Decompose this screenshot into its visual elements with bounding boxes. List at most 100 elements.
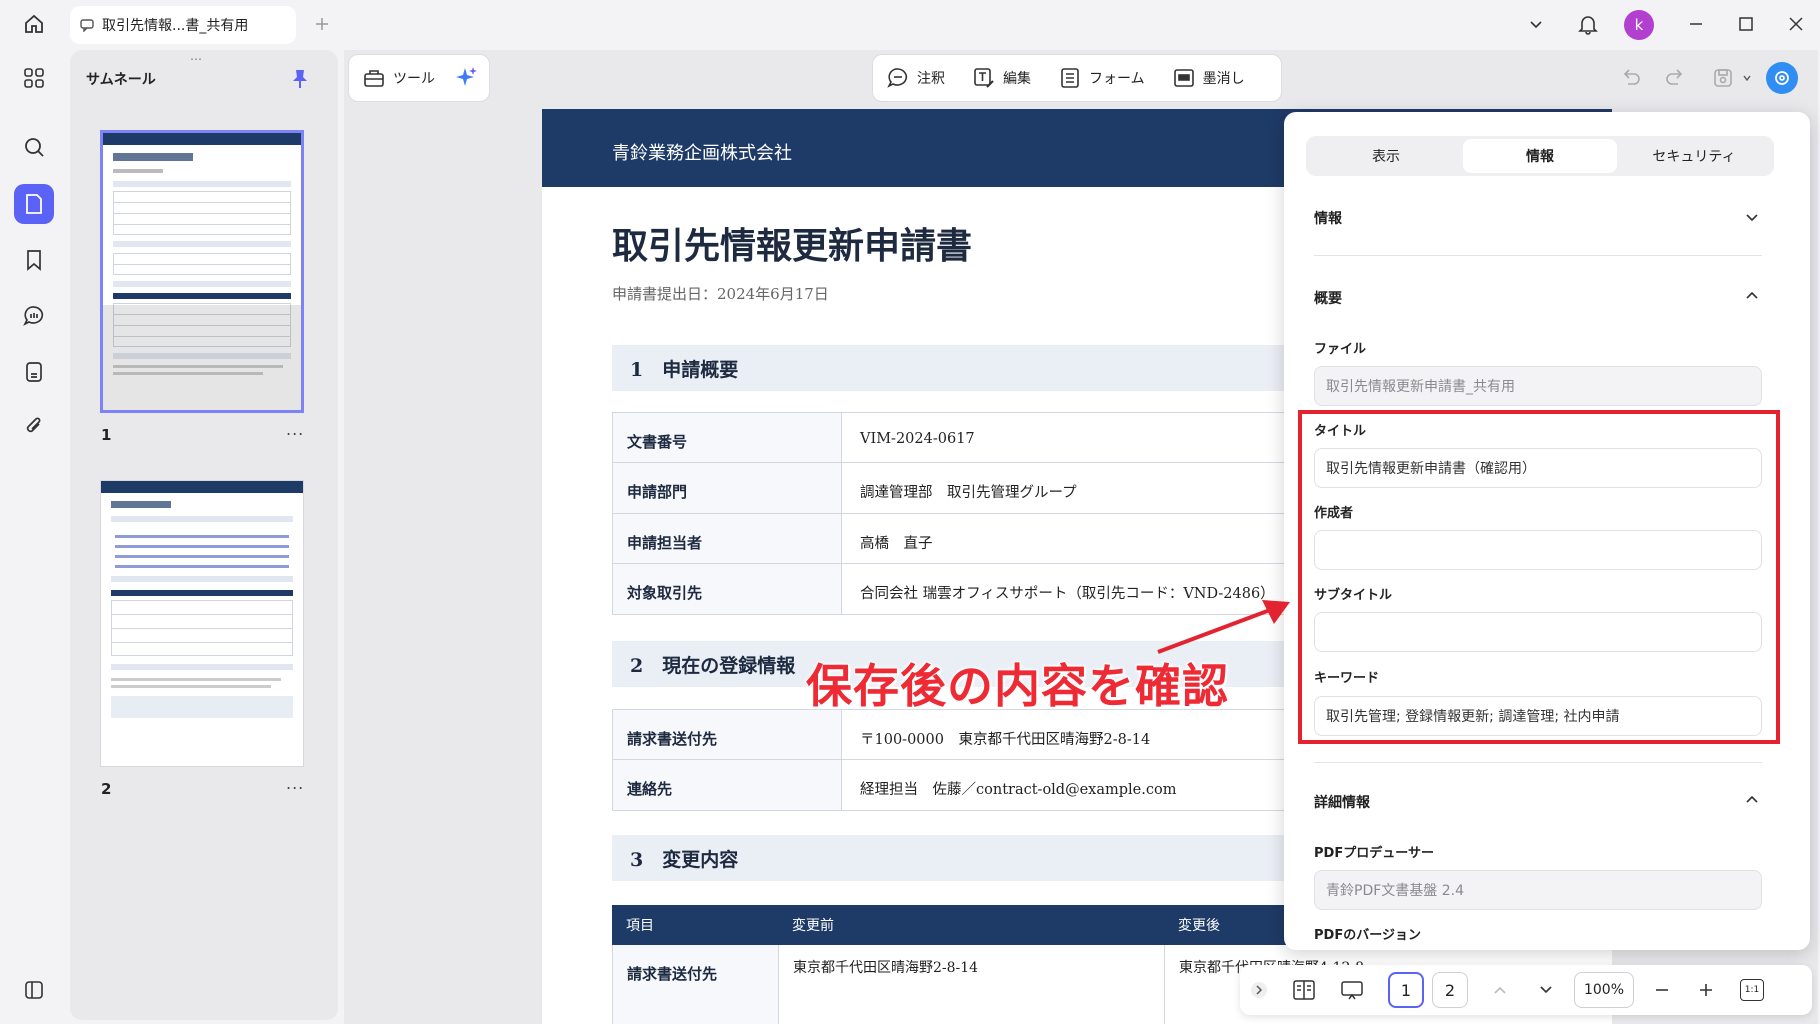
- zoom-in-icon[interactable]: [1686, 972, 1726, 1008]
- row-key: 申請部門: [612, 463, 842, 513]
- cloud-sync-icon[interactable]: [1766, 62, 1798, 94]
- redact-icon: [1173, 69, 1194, 87]
- page-thumbnail-2[interactable]: [100, 480, 304, 767]
- row-key: 連絡先: [612, 760, 842, 810]
- file-field: 取引先情報更新申請書_共有用: [1314, 366, 1762, 406]
- title-bar: 取引先情報...書_共有用 k: [0, 0, 1820, 50]
- document-tab[interactable]: 取引先情報...書_共有用: [70, 6, 296, 44]
- previous-page-icon[interactable]: [1480, 972, 1520, 1008]
- thumbnail-page-number: 1: [101, 426, 112, 444]
- submission-date: 申請書提出日：2024年6月17日: [612, 285, 829, 303]
- row-key: 申請担当者: [612, 514, 842, 563]
- bell-icon[interactable]: [1572, 8, 1604, 40]
- tools-label: ツール: [393, 71, 435, 87]
- attachment-icon[interactable]: [14, 406, 54, 446]
- close-icon[interactable]: [1780, 8, 1812, 40]
- file-value: 取引先情報更新申請書_共有用: [1326, 379, 1515, 395]
- thumbnail-panel-title: サムネール: [86, 72, 156, 88]
- callout-text: 保存後の内容を確認: [805, 658, 1229, 714]
- left-rail: [0, 50, 68, 1024]
- thumbnail-panel: ⋯ サムネール 1 ... 2 ...: [70, 50, 338, 1020]
- collapse-bar-icon[interactable]: [1248, 972, 1270, 1008]
- edit-button[interactable]: 編集: [959, 55, 1045, 101]
- actual-size-label: 1:1: [1740, 979, 1764, 1001]
- row-key: 請求書送付先: [612, 710, 842, 759]
- toolbox-icon: [364, 70, 384, 87]
- pdf-version-label: PDFのバージョン: [1314, 928, 1421, 943]
- sidebar-toggle-icon[interactable]: [14, 970, 54, 1010]
- row-key: 文書番号: [612, 413, 842, 462]
- ai-sparkle-icon[interactable]: [449, 65, 479, 91]
- history-toolbar: [1606, 54, 1812, 102]
- annotate-button[interactable]: 注釈: [873, 55, 959, 101]
- apps-grid-icon[interactable]: [14, 58, 54, 98]
- comment-icon: [80, 19, 94, 32]
- zoom-level[interactable]: 100%: [1574, 972, 1634, 1008]
- document-title: 取引先情報更新申請書: [612, 225, 973, 267]
- row-before: 東京都千代田区晴海野2-8-14: [779, 945, 1165, 1024]
- bottom-navigation-bar: 1 2 100% 1:1: [1240, 965, 1812, 1015]
- producer-label: PDFプロデューサー: [1314, 846, 1434, 861]
- next-page-icon[interactable]: [1526, 972, 1566, 1008]
- column-header: 項目: [626, 918, 654, 934]
- tools-group: ツール: [348, 54, 490, 102]
- company-name: 青鈴業務企画株式会社: [612, 143, 792, 164]
- row-key: 請求書送付先: [613, 945, 779, 1024]
- save-options-chevron-icon[interactable]: [1742, 73, 1752, 83]
- tab-security[interactable]: セキュリティ: [1617, 139, 1771, 173]
- avatar[interactable]: k: [1624, 10, 1654, 40]
- row-key: 対象取引先: [612, 564, 842, 614]
- edit-text-icon: [974, 68, 994, 88]
- tab-title: 取引先情報...書_共有用: [102, 18, 249, 34]
- section-divider: [1314, 762, 1762, 763]
- form-icon: [1061, 68, 1079, 88]
- undo-icon[interactable]: [1620, 68, 1642, 88]
- tools-button[interactable]: ツール: [349, 55, 449, 101]
- redact-label: 墨消し: [1202, 71, 1245, 87]
- chevron-down-icon[interactable]: [1520, 8, 1552, 40]
- summary-section-title: 概要: [1314, 291, 1342, 307]
- form-button[interactable]: フォーム: [1045, 55, 1159, 101]
- redo-icon[interactable]: [1664, 68, 1686, 88]
- form-label: フォーム: [1089, 71, 1145, 87]
- details-section-title: 詳細情報: [1314, 795, 1370, 811]
- producer-value: 青鈴PDF文書基盤 2.4: [1326, 883, 1464, 899]
- pages-icon[interactable]: [14, 352, 54, 392]
- chevron-down-icon[interactable]: [1744, 210, 1760, 226]
- maximize-icon[interactable]: [1730, 8, 1762, 40]
- tab-display[interactable]: 表示: [1309, 139, 1463, 173]
- producer-field: 青鈴PDF文書基盤 2.4: [1314, 870, 1762, 910]
- new-tab-icon[interactable]: [306, 8, 338, 40]
- info-section-title: 情報: [1314, 211, 1342, 227]
- presentation-icon[interactable]: [1330, 972, 1374, 1008]
- actual-size-button[interactable]: 1:1: [1734, 972, 1770, 1008]
- page-layout-icon[interactable]: [1282, 972, 1326, 1008]
- bookmark-icon[interactable]: [14, 240, 54, 280]
- chevron-up-icon[interactable]: [1744, 287, 1760, 303]
- column-header: 変更前: [792, 918, 834, 934]
- highlight-box: [1298, 410, 1780, 744]
- section-divider: [1314, 255, 1762, 256]
- redact-button[interactable]: 墨消し: [1159, 55, 1259, 101]
- tab-info[interactable]: 情報: [1463, 139, 1617, 173]
- page-button-2[interactable]: 2: [1432, 972, 1468, 1008]
- comments-icon[interactable]: [14, 296, 54, 336]
- page-button-1[interactable]: 1: [1388, 972, 1424, 1008]
- pin-icon[interactable]: [290, 68, 310, 90]
- panel-grip[interactable]: ⋯: [190, 52, 204, 66]
- save-icon[interactable]: [1712, 67, 1734, 89]
- edit-mode-toolbar: 注釈 編集 フォーム 墨消し: [872, 54, 1282, 102]
- panel-tabs: 表示 情報 セキュリティ: [1306, 136, 1774, 176]
- minimize-icon[interactable]: [1680, 8, 1712, 40]
- annotate-label: 注釈: [917, 71, 945, 87]
- thumbnail-more-button[interactable]: ...: [286, 420, 304, 439]
- chevron-up-icon[interactable]: [1744, 791, 1760, 807]
- thumbnails-icon[interactable]: [14, 184, 54, 224]
- page-thumbnail-1[interactable]: [100, 130, 304, 413]
- thumbnail-page-number: 2: [101, 780, 112, 798]
- edit-label: 編集: [1003, 71, 1031, 87]
- home-icon[interactable]: [18, 8, 50, 40]
- thumbnail-more-button[interactable]: ...: [286, 774, 304, 793]
- zoom-out-icon[interactable]: [1642, 972, 1682, 1008]
- search-icon[interactable]: [14, 127, 54, 167]
